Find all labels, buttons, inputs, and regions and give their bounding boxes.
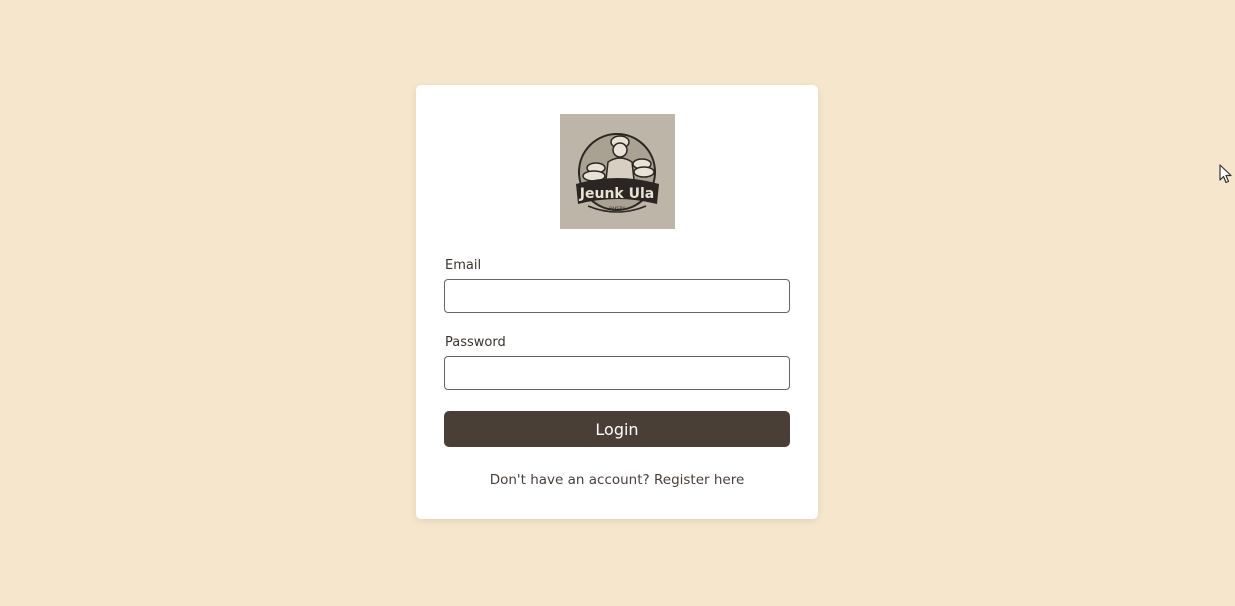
email-label: Email [445,258,482,273]
login-button[interactable]: Login [444,411,790,447]
mouse-pointer-icon [1219,164,1232,184]
register-prompt-line: Don't have an account? Register here [416,472,818,488]
password-label: Password [445,335,506,350]
logo-brand-text: Jeunk Ula [579,186,654,202]
email-field[interactable] [444,279,790,313]
register-link[interactable]: Register here [654,472,744,488]
register-prompt-text: Don't have an account? [489,472,650,488]
logo-sub-text: BAKERY [609,206,625,211]
bakery-logo-graphic: Jeunk Ula BAKERY [576,133,659,213]
login-card: Jeunk Ula BAKERY Email Password Login Do… [416,85,818,519]
bakery-logo: Jeunk Ula BAKERY [560,114,675,229]
password-field[interactable] [444,356,790,390]
